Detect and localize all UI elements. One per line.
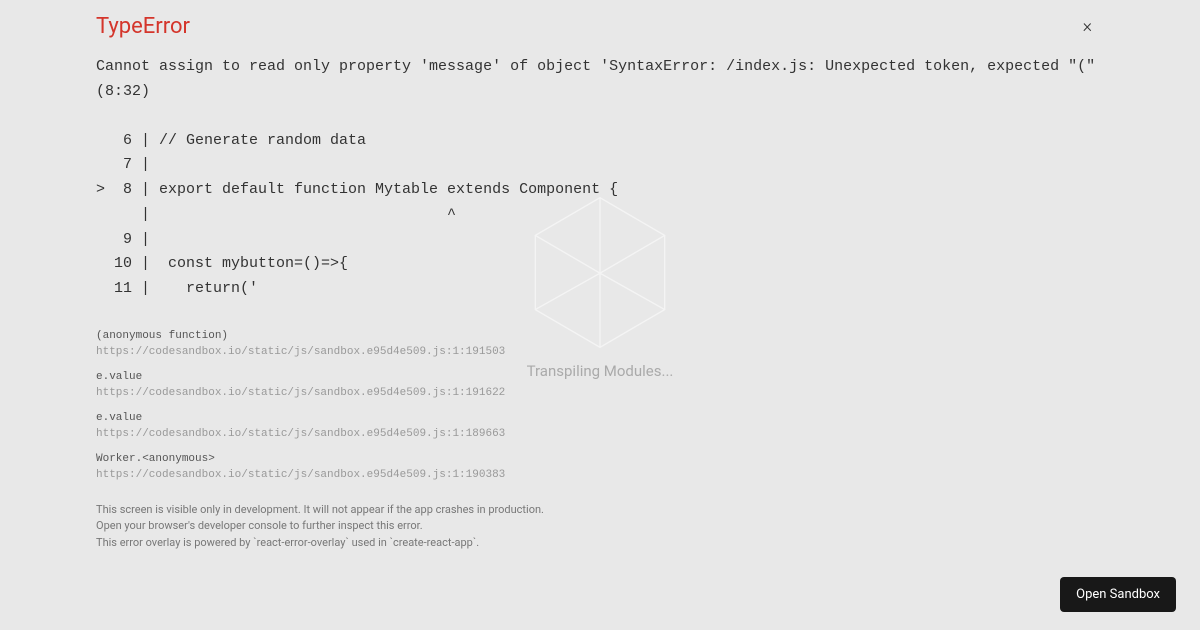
footer-line: Open your browser's developer console to… (96, 518, 1104, 535)
error-title: TypeError (96, 14, 1104, 39)
close-button[interactable]: × (1083, 16, 1092, 37)
footer-line: This error overlay is powered by `react-… (96, 535, 1104, 552)
stack-frame: e.value https://codesandbox.io/static/js… (96, 369, 1104, 402)
error-overlay: × TypeError Cannot assign to read only p… (0, 0, 1200, 630)
footer-line: This screen is visible only in developme… (96, 502, 1104, 519)
open-sandbox-button[interactable]: Open Sandbox (1060, 577, 1176, 612)
stack-frame-function: (anonymous function) (96, 328, 1104, 345)
code-frame: 6 | // Generate random data 7 | > 8 | ex… (96, 129, 1104, 302)
stack-frame: Worker.<anonymous> https://codesandbox.i… (96, 451, 1104, 484)
stack-frame-location: https://codesandbox.io/static/js/sandbox… (96, 344, 1104, 361)
stack-frame: e.value https://codesandbox.io/static/js… (96, 410, 1104, 443)
stack-frame-location: https://codesandbox.io/static/js/sandbox… (96, 467, 1104, 484)
footer-note: This screen is visible only in developme… (96, 502, 1104, 552)
stack-frame: (anonymous function) https://codesandbox… (96, 328, 1104, 361)
error-message: Cannot assign to read only property 'mes… (96, 55, 1104, 105)
stack-trace-list: (anonymous function) https://codesandbox… (96, 328, 1104, 484)
stack-frame-location: https://codesandbox.io/static/js/sandbox… (96, 385, 1104, 402)
stack-frame-location: https://codesandbox.io/static/js/sandbox… (96, 426, 1104, 443)
close-icon: × (1083, 16, 1092, 37)
stack-frame-function: e.value (96, 410, 1104, 427)
stack-frame-function: e.value (96, 369, 1104, 386)
stack-frame-function: Worker.<anonymous> (96, 451, 1104, 468)
